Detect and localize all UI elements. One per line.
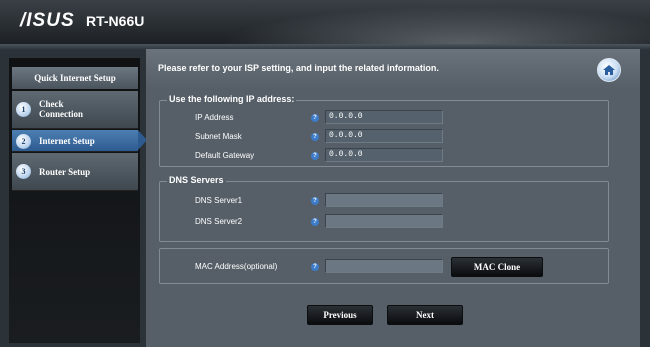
top-bar: /ISUS RT-N66U	[0, 0, 650, 44]
help-icon[interactable]: ?	[311, 197, 319, 205]
mac-address-group: MAC Address(optional) ? MAC Clone	[159, 248, 609, 284]
home-button[interactable]	[597, 58, 621, 82]
dns-server2-label: DNS Server2	[195, 217, 243, 226]
mac-address-field[interactable]	[325, 259, 443, 273]
asus-logo: /ISUS	[20, 10, 75, 31]
sidebar-item-router-setup[interactable]: 3 Router Setup	[12, 153, 138, 191]
subnet-mask-label: Subnet Mask	[195, 132, 242, 141]
default-gateway-label: Default Gateway	[195, 151, 255, 160]
sidebar-item-label: Check Connection	[39, 99, 84, 119]
step-2-icon: 2	[16, 134, 31, 149]
help-icon[interactable]: ?	[311, 218, 319, 226]
step-1-icon: 1	[16, 102, 31, 117]
mac-clone-button[interactable]: MAC Clone	[451, 257, 543, 277]
model-name: RT-N66U	[86, 13, 145, 29]
sidebar-item-label: Router Setup	[39, 167, 91, 177]
ip-address-label: IP Address	[195, 113, 234, 122]
dns-server1-field[interactable]	[325, 193, 443, 207]
step-3-icon: 3	[16, 164, 31, 179]
help-icon[interactable]: ?	[311, 263, 319, 271]
ip-group-legend: Use the following IP address:	[167, 94, 297, 104]
dns-group-legend: DNS Servers	[167, 175, 226, 185]
sidebar-title: Quick Internet Setup	[12, 67, 138, 89]
top-bar-glow	[180, 0, 650, 44]
ip-address-field[interactable]: 0.0.0.0	[325, 110, 443, 124]
default-gateway-field[interactable]: 0.0.0.0	[325, 148, 443, 162]
dns-server1-label: DNS Server1	[195, 196, 243, 205]
mac-address-label: MAC Address(optional)	[195, 262, 278, 271]
dns-server2-field[interactable]	[325, 214, 443, 228]
home-icon	[603, 65, 615, 75]
sidebar-item-check-connection[interactable]: 1 Check Connection	[12, 91, 138, 129]
previous-button[interactable]: Previous	[307, 305, 373, 325]
next-button[interactable]: Next	[387, 305, 463, 325]
main-panel: Please refer to your ISP setting, and in…	[146, 49, 640, 347]
help-icon[interactable]: ?	[311, 133, 319, 141]
help-icon[interactable]: ?	[311, 152, 319, 160]
instruction-text: Please refer to your ISP setting, and in…	[158, 63, 439, 73]
ip-address-group: Use the following IP address: IP Address…	[159, 94, 609, 167]
dns-servers-group: DNS Servers DNS Server1 ? DNS Server2 ?	[159, 175, 609, 242]
help-icon[interactable]: ?	[311, 114, 319, 122]
sidebar-item-label: Internet Setup	[39, 136, 95, 146]
sidebar-item-internet-setup[interactable]: 2 Internet Setup	[12, 130, 138, 152]
subnet-mask-field[interactable]: 0.0.0.0	[325, 129, 443, 143]
